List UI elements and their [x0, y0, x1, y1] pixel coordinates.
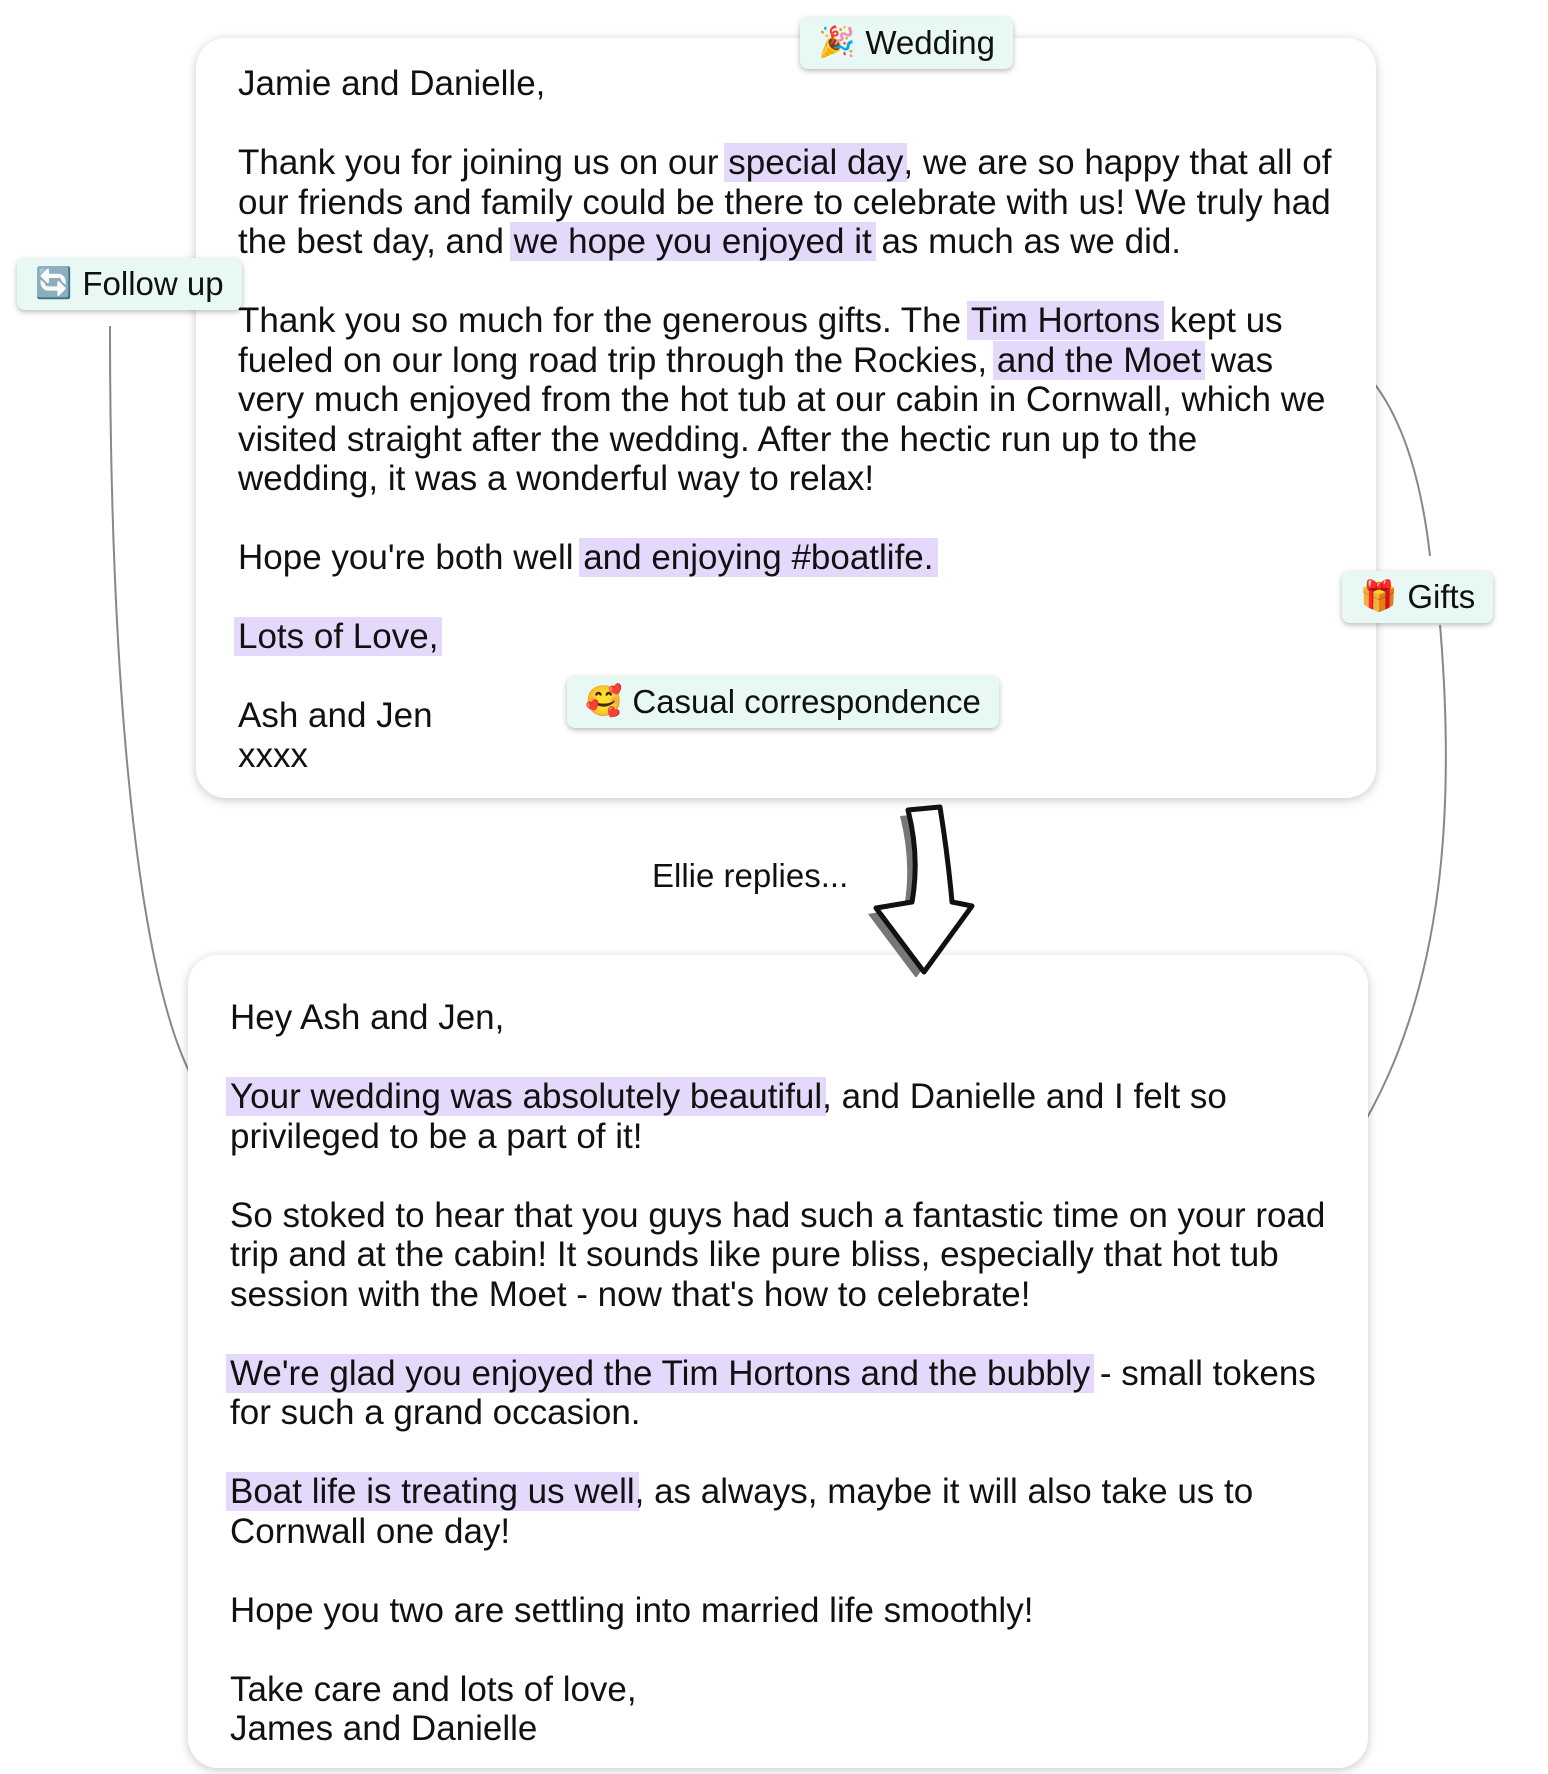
reply-caption: Ellie replies... — [652, 857, 849, 894]
highlight-moet: and the Moet — [992, 340, 1206, 380]
highlight-hope-enjoyed: we hope you enjoyed it — [509, 222, 876, 261]
tag-follow-up-label: Follow up — [82, 265, 224, 302]
letter-paragraph-1: Thank you for joining us on our special … — [238, 143, 1332, 261]
letter-paragraph-2: Thank you so much for the generous gifts… — [238, 301, 1326, 498]
highlight-boat-life: Boat life is treating us well — [226, 1472, 639, 1511]
highlight-lots-of-love: Lots of Love, — [234, 617, 443, 656]
signature-kisses: xxxx — [238, 735, 308, 775]
letter-signoff: Lots of Love, — [234, 617, 1346, 657]
party-popper-icon: 🎉 — [818, 25, 856, 60]
highlight-special-day: special day — [724, 143, 908, 182]
reply-signature: Take care and lots of love, James and Dan… — [230, 1670, 1338, 1749]
letter-greeting: Jamie and Danielle, — [238, 64, 546, 103]
reply-letter-card: Hey Ash and Jen, Your wedding was absolu… — [188, 955, 1368, 1768]
gift-icon: 🎁 — [1360, 579, 1398, 614]
down-arrow-icon — [868, 804, 975, 977]
tag-gifts-label: Gifts — [1407, 578, 1476, 615]
highlight-boatlife: and enjoying #boatlife. — [579, 538, 938, 577]
letter-paragraph-3: Hope you're both well and enjoying #boat… — [238, 538, 1346, 578]
reply-paragraph-4: Boat life is treating us well, as always… — [226, 1472, 1338, 1551]
tag-wedding: 🎉 Wedding — [800, 17, 1014, 69]
signature-names: Ash and Jen — [238, 696, 433, 735]
reply-letter-text: Hey Ash and Jen, Your wedding was absolu… — [226, 998, 1338, 1749]
tag-wedding-label: Wedding — [865, 24, 996, 61]
refresh-icon: 🔄 — [35, 266, 73, 301]
reply-greeting: Hey Ash and Jen, — [230, 998, 505, 1037]
reply-paragraph-5: Hope you two are settling into married l… — [230, 1590, 1034, 1630]
highlight-glad-enjoyed: We're glad you enjoyed the Tim Hortons a… — [226, 1353, 1095, 1393]
tag-gifts: 🎁 Gifts — [1342, 571, 1494, 623]
tag-casual-label: Casual correspondence — [632, 683, 981, 720]
reply-paragraph-1: Your wedding was absolutely beautiful, a… — [226, 1077, 1338, 1156]
reply-signoff: Take care and lots of love, — [230, 1669, 637, 1709]
tag-follow-up: 🔄 Follow up — [17, 258, 242, 310]
reply-paragraph-3: We're glad you enjoyed the Tim Hortons a… — [226, 1353, 1338, 1433]
smiling-face-with-hearts-icon: 🥰 — [585, 684, 623, 719]
reply-paragraph-2: So stoked to hear that you guys had such… — [230, 1195, 1326, 1314]
tag-casual-correspondence: 🥰 Casual correspondence — [567, 676, 999, 728]
highlight-wedding-beautiful: Your wedding was absolutely beautiful — [226, 1077, 827, 1116]
highlight-tim-hortons: Tim Hortons — [966, 301, 1165, 340]
original-letter-text: Jamie and Danielle, Thank you for joinin… — [234, 64, 1346, 775]
reply-names: James and Danielle — [230, 1709, 538, 1748]
